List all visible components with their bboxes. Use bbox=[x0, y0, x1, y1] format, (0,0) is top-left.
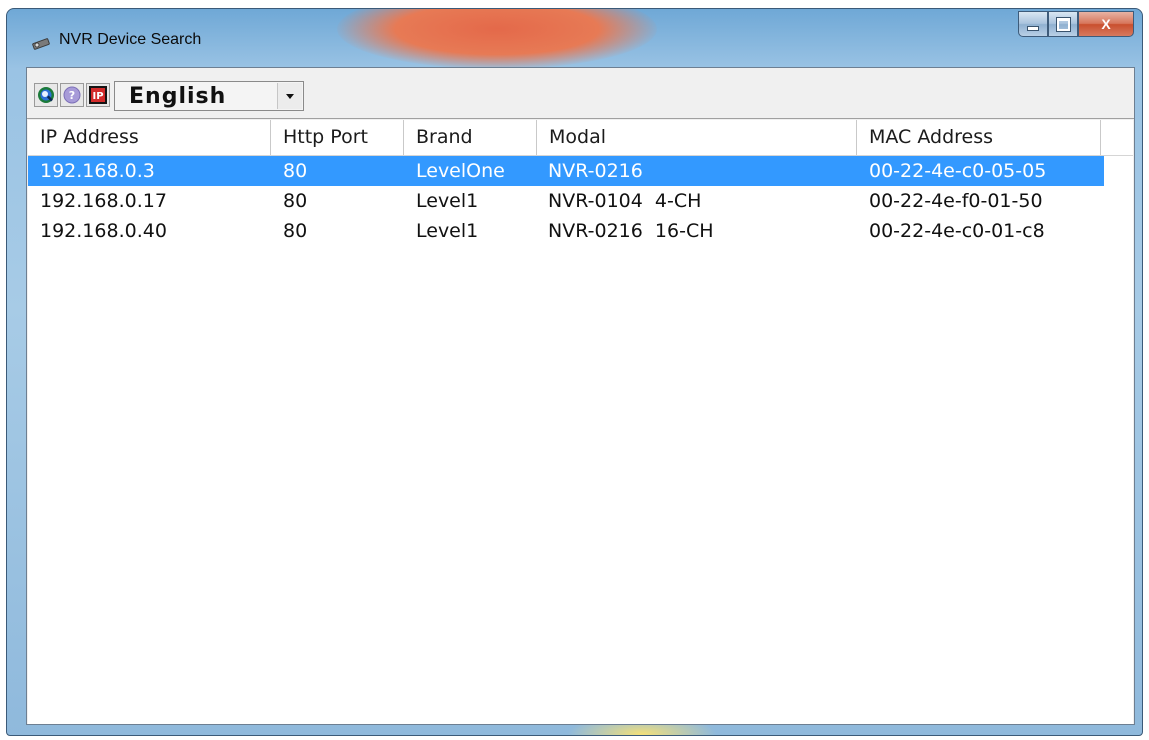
svg-text:?: ? bbox=[69, 89, 75, 102]
help-button[interactable]: ? bbox=[60, 83, 84, 107]
cell-port: 80 bbox=[283, 190, 308, 212]
toolbar: ? IP English bbox=[27, 68, 1134, 119]
search-devices-button[interactable] bbox=[34, 83, 58, 107]
cell-brand: Level1 bbox=[416, 190, 479, 212]
caption-buttons: X bbox=[1018, 11, 1134, 39]
chevron-down-icon[interactable] bbox=[277, 83, 302, 109]
close-icon: X bbox=[1101, 16, 1111, 32]
ip-config-button[interactable]: IP bbox=[86, 83, 110, 107]
language-select[interactable]: English bbox=[114, 81, 304, 111]
cell-brand: Level1 bbox=[416, 220, 479, 242]
language-value: English bbox=[129, 84, 227, 109]
cell-ip: 192.168.0.40 bbox=[40, 220, 167, 242]
title-bar[interactable]: NVR Device Search X bbox=[7, 9, 1142, 63]
app-window: NVR Device Search X ? IP English IP Addr… bbox=[6, 8, 1143, 736]
column-header-brand[interactable]: Brand bbox=[404, 120, 537, 155]
ip-icon: IP bbox=[89, 86, 107, 104]
column-header-http-port[interactable]: Http Port bbox=[271, 120, 404, 155]
column-header-mac-address[interactable]: MAC Address bbox=[857, 120, 1101, 155]
help-icon: ? bbox=[63, 86, 81, 104]
cell-modal: NVR-0216 bbox=[548, 160, 643, 182]
cell-mac: 00-22-4e-c0-01-c8 bbox=[869, 220, 1045, 242]
cell-mac: 00-22-4e-f0-01-50 bbox=[869, 190, 1043, 212]
device-list[interactable]: IP Address Http Port Brand Modal MAC Add… bbox=[28, 120, 1133, 724]
minimize-button[interactable] bbox=[1018, 11, 1048, 37]
column-header-ip-address[interactable]: IP Address bbox=[28, 120, 271, 155]
cell-port: 80 bbox=[283, 220, 308, 242]
minimize-icon bbox=[1027, 25, 1039, 31]
cell-modal: NVR-0104 4-CH bbox=[548, 190, 702, 212]
cell-ip: 192.168.0.3 bbox=[40, 160, 155, 182]
window-title: NVR Device Search bbox=[59, 31, 202, 48]
table-row[interactable]: 192.168.0.40 80 Level1 NVR-0216 16-CH 00… bbox=[28, 216, 1104, 246]
cell-mac: 00-22-4e-c0-05-05 bbox=[869, 160, 1047, 182]
close-button[interactable]: X bbox=[1078, 11, 1134, 37]
maximize-icon bbox=[1055, 16, 1071, 32]
column-header-modal[interactable]: Modal bbox=[537, 120, 857, 155]
list-header: IP Address Http Port Brand Modal MAC Add… bbox=[28, 120, 1133, 156]
client-area: ? IP English IP Address Http Port Brand bbox=[26, 67, 1135, 725]
cell-modal: NVR-0216 16-CH bbox=[548, 220, 714, 242]
maximize-button[interactable] bbox=[1048, 11, 1078, 37]
table-row[interactable]: 192.168.0.3 80 LevelOne NVR-0216 00-22-4… bbox=[28, 156, 1104, 186]
cell-ip: 192.168.0.17 bbox=[40, 190, 167, 212]
cell-brand: LevelOne bbox=[416, 160, 505, 182]
table-row[interactable]: 192.168.0.17 80 Level1 NVR-0104 4-CH 00-… bbox=[28, 186, 1104, 216]
app-icon bbox=[31, 35, 51, 50]
cell-port: 80 bbox=[283, 160, 308, 182]
search-icon bbox=[38, 87, 54, 103]
ip-icon-label: IP bbox=[92, 91, 103, 102]
